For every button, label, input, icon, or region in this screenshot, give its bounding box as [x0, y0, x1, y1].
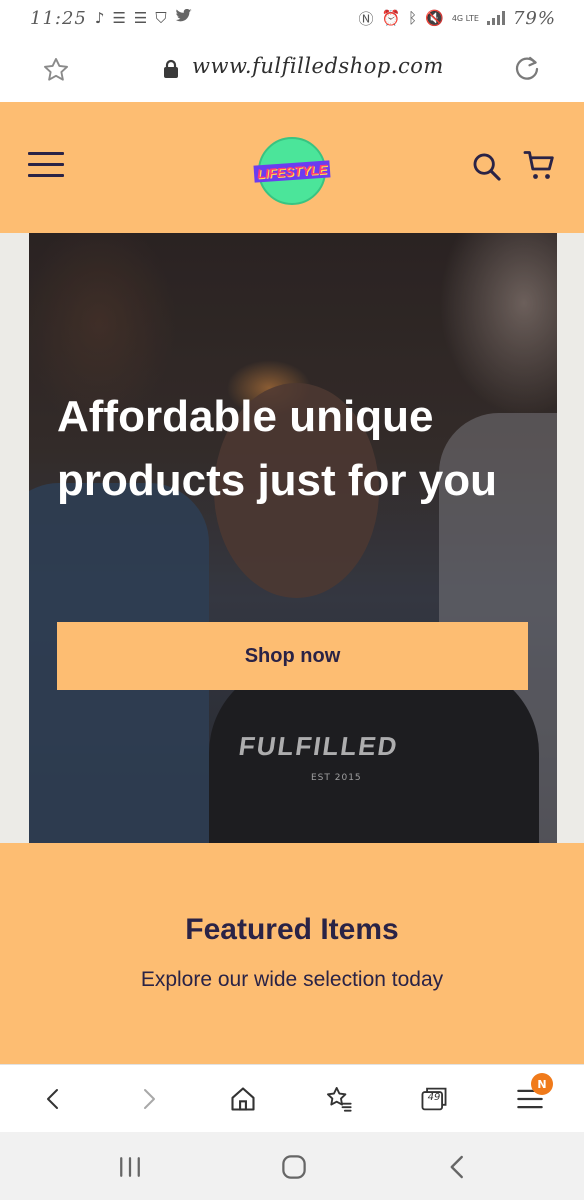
battery-level: 79%	[512, 7, 556, 29]
brand-logo[interactable]: LIFESTYLE	[253, 137, 331, 205]
system-nav-bar	[0, 1132, 584, 1200]
featured-title: Featured Items	[185, 913, 399, 946]
back-nav-icon[interactable]	[443, 1152, 473, 1182]
notification-icon: ☰	[133, 9, 148, 27]
hero-title: Affordable unique products just for you	[57, 392, 497, 505]
hamburger-menu-icon[interactable]	[28, 152, 64, 182]
featured-section: Featured Items Explore our wide selectio…	[0, 843, 584, 1064]
tabs-count: 49	[427, 1092, 441, 1103]
recent-apps-icon[interactable]	[115, 1152, 145, 1182]
notification-badge: N	[531, 1073, 553, 1095]
shield-icon: ⛉	[155, 9, 167, 27]
mute-icon: 🔇	[425, 9, 444, 27]
music-note-icon: ♪	[94, 9, 105, 27]
star-outline-icon[interactable]	[42, 56, 70, 84]
notification-icon: ☰	[112, 9, 126, 27]
tabs-icon[interactable]: 49	[418, 1083, 450, 1115]
status-time: 11:25	[30, 7, 87, 29]
address-bar: www.fulfilledshop.com	[0, 36, 584, 102]
status-bar: 11:25 ♪ ☰ ☰ ⛉ Ⓝ ⏰ ᛒ 🔇 4G LTE 79%	[0, 0, 584, 36]
browser-toolbar: 49 N	[0, 1064, 584, 1132]
featured-subtitle: Explore our wide selection today	[140, 968, 444, 991]
signal-icon	[486, 11, 505, 25]
status-left: 11:25 ♪ ☰ ☰ ⛉	[30, 8, 193, 29]
reload-icon[interactable]	[512, 54, 542, 84]
hero-banner: FULFILLED EST 2015 Affordable unique pro…	[29, 233, 557, 843]
status-right: Ⓝ ⏰ ᛒ 🔇 4G LTE 79%	[358, 8, 556, 29]
url-field[interactable]: www.fulfilledshop.com	[192, 54, 444, 78]
nfc-icon: Ⓝ	[358, 9, 374, 28]
bluetooth-icon: ᛒ	[408, 9, 418, 27]
shop-now-button[interactable]: Shop now	[57, 622, 528, 690]
home-icon[interactable]	[227, 1083, 259, 1115]
network-label: 4G LTE	[451, 13, 479, 23]
alarm-icon: ⏰	[381, 9, 401, 27]
twitter-icon	[175, 8, 193, 27]
hero-overlay	[29, 233, 557, 843]
forward-icon[interactable]	[132, 1083, 164, 1115]
logo-text: LIFESTYLE	[253, 159, 331, 183]
cart-icon[interactable]	[522, 148, 558, 184]
home-nav-icon[interactable]	[279, 1152, 309, 1182]
menu-icon[interactable]: N	[514, 1073, 553, 1115]
bookmarks-icon[interactable]	[323, 1083, 355, 1115]
site-header: LIFESTYLE	[0, 102, 584, 233]
lock-icon	[162, 59, 180, 79]
search-icon[interactable]	[470, 150, 504, 184]
back-icon[interactable]	[38, 1083, 70, 1115]
